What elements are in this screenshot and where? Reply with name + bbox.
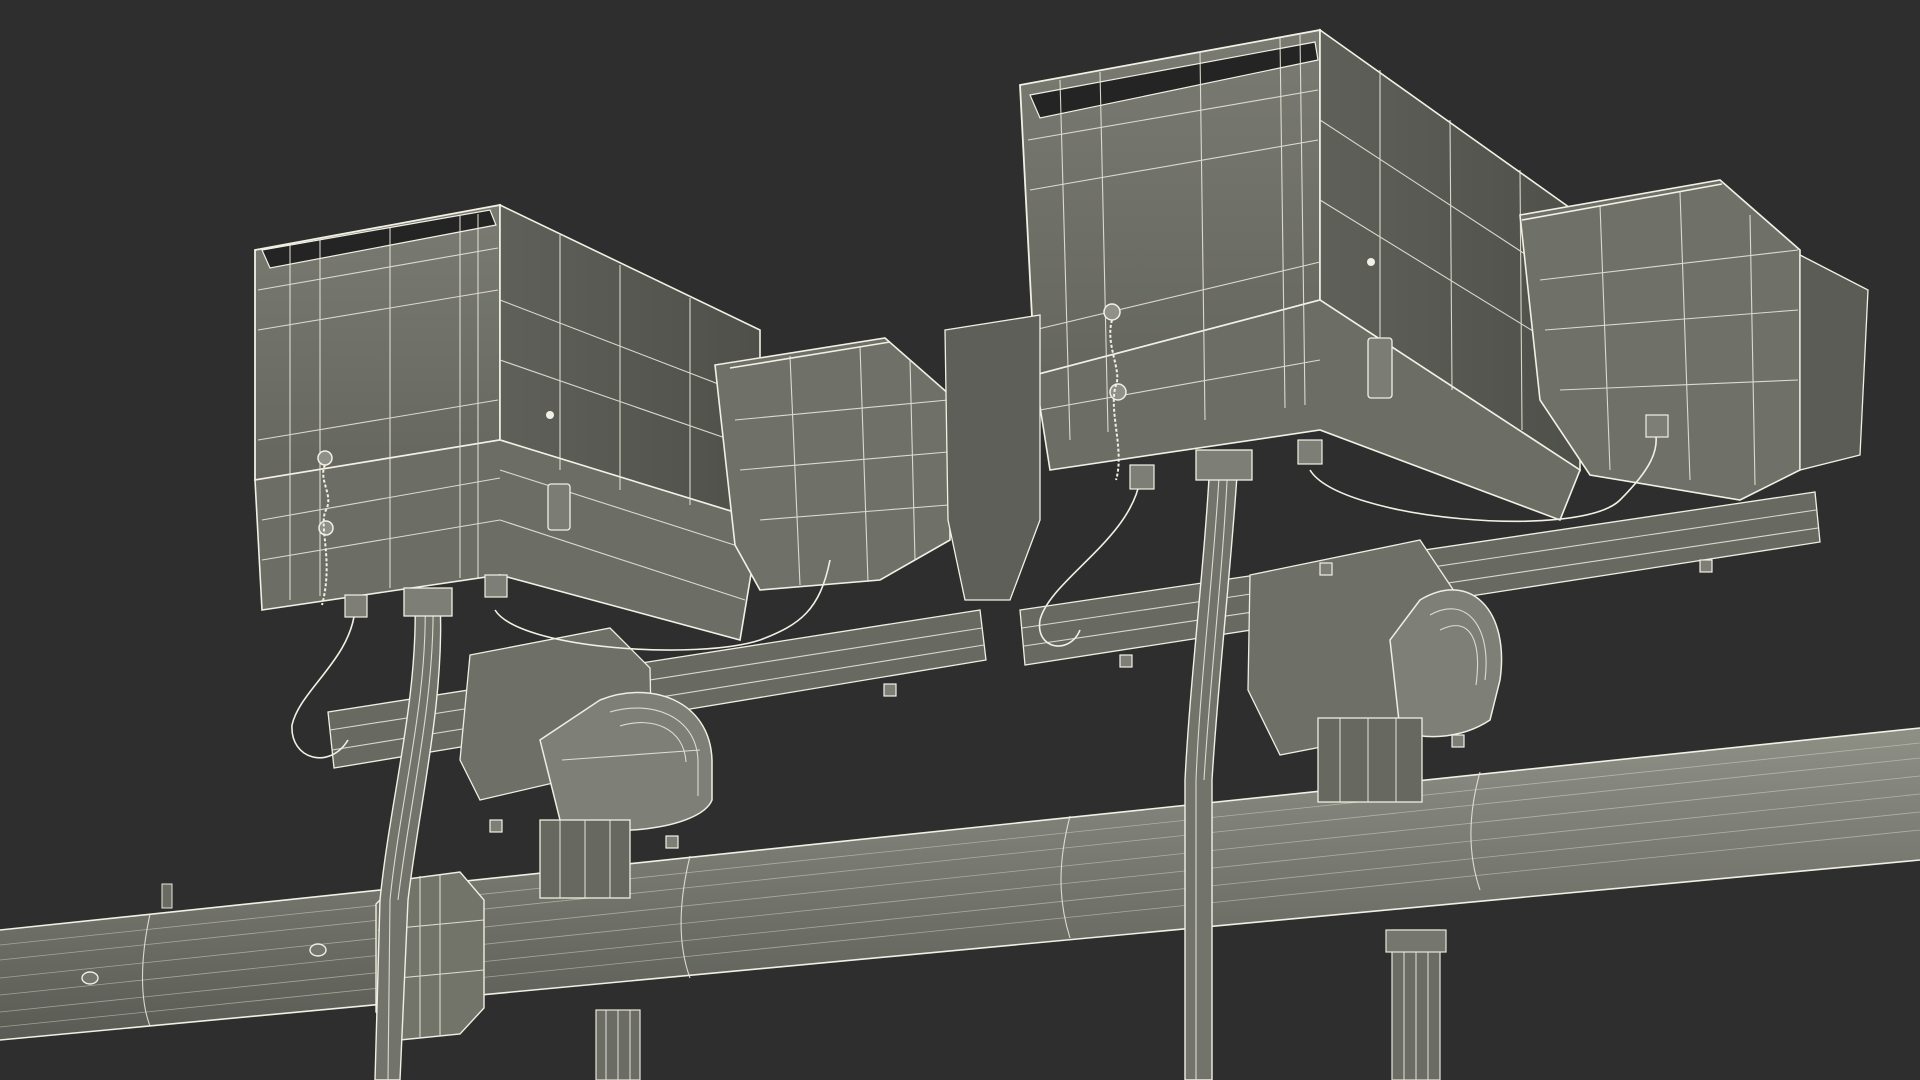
cable-conduit bbox=[1184, 459, 1239, 1080]
horizontal-support-pipe bbox=[0, 727, 1920, 1080]
wireframe-render bbox=[0, 28, 1920, 1080]
wireframe-render-viewport bbox=[0, 0, 1920, 1080]
